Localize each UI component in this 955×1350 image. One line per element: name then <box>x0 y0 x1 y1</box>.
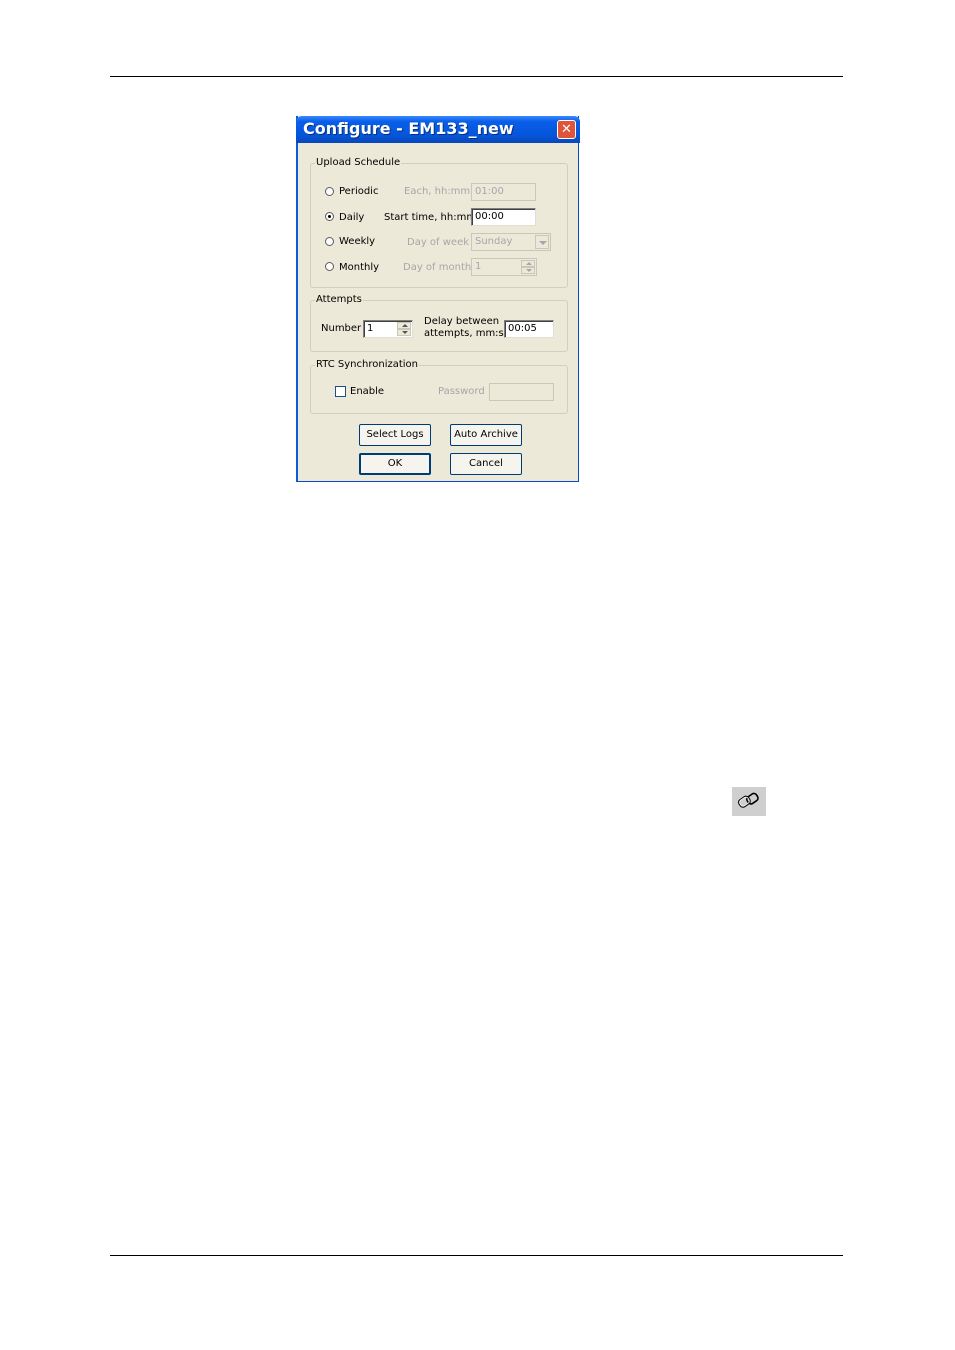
number-value: 1 <box>367 323 374 334</box>
title-bar[interactable]: Configure - EM133_new ✕ <box>296 116 580 143</box>
start-time-label: Start time, hh:mm <box>384 212 477 223</box>
delay-label-line2: attempts, mm:ss <box>424 328 509 339</box>
number-label: Number <box>321 323 362 334</box>
day-of-month-stepper[interactable]: 1 <box>471 258 537 276</box>
close-button[interactable]: ✕ <box>557 120 576 139</box>
day-of-month-label: Day of month <box>403 262 472 273</box>
daily-label: Daily <box>339 212 365 223</box>
chain-link-icon[interactable] <box>732 787 766 816</box>
dialog-title: Configure - EM133_new <box>303 119 514 138</box>
weekly-radio[interactable] <box>325 237 334 246</box>
radio-selected-dot <box>328 215 331 218</box>
delay-field[interactable]: 00:05 <box>504 320 554 338</box>
auto-archive-button[interactable]: Auto Archive <box>450 424 522 446</box>
day-of-week-value: Sunday <box>475 236 513 247</box>
daily-radio[interactable] <box>325 212 334 221</box>
enable-checkbox[interactable] <box>335 386 346 397</box>
password-label: Password <box>438 386 485 397</box>
delay-label-line1: Delay between <box>424 316 500 327</box>
day-of-month-spin[interactable] <box>521 260 535 274</box>
start-time-field[interactable]: 00:00 <box>471 208 536 226</box>
select-logs-button[interactable]: Select Logs <box>359 424 431 446</box>
password-field[interactable] <box>489 383 554 401</box>
day-of-month-value: 1 <box>475 261 482 272</box>
upload-schedule-title: Upload Schedule <box>315 157 402 168</box>
number-spin[interactable] <box>397 322 411 336</box>
attempts-title: Attempts <box>315 294 363 305</box>
configure-dialog: Configure - EM133_new ✕ Upload Schedule … <box>296 116 580 482</box>
close-icon: ✕ <box>561 122 572 137</box>
each-field[interactable]: 01:00 <box>471 183 536 201</box>
spin-up-icon[interactable] <box>397 322 411 329</box>
header-rule <box>110 76 843 77</box>
rtc-title: RTC Synchronization <box>315 359 420 370</box>
chevron-down-icon[interactable] <box>535 235 549 249</box>
each-label: Each, hh:mm <box>404 186 471 197</box>
periodic-label: Periodic <box>339 186 379 197</box>
weekly-label: Weekly <box>339 236 376 247</box>
periodic-radio[interactable] <box>325 187 334 196</box>
day-of-week-select[interactable]: Sunday <box>471 233 551 251</box>
spin-down-icon[interactable] <box>521 267 535 274</box>
cancel-button[interactable]: Cancel <box>450 453 522 475</box>
spin-up-icon[interactable] <box>521 260 535 267</box>
spin-down-icon[interactable] <box>397 329 411 336</box>
footer-rule <box>110 1255 843 1256</box>
number-stepper[interactable]: 1 <box>363 320 413 338</box>
enable-label: Enable <box>350 386 385 397</box>
monthly-label: Monthly <box>339 262 380 273</box>
day-of-week-label: Day of week <box>407 237 470 248</box>
monthly-radio[interactable] <box>325 262 334 271</box>
ok-button[interactable]: OK <box>359 453 431 475</box>
